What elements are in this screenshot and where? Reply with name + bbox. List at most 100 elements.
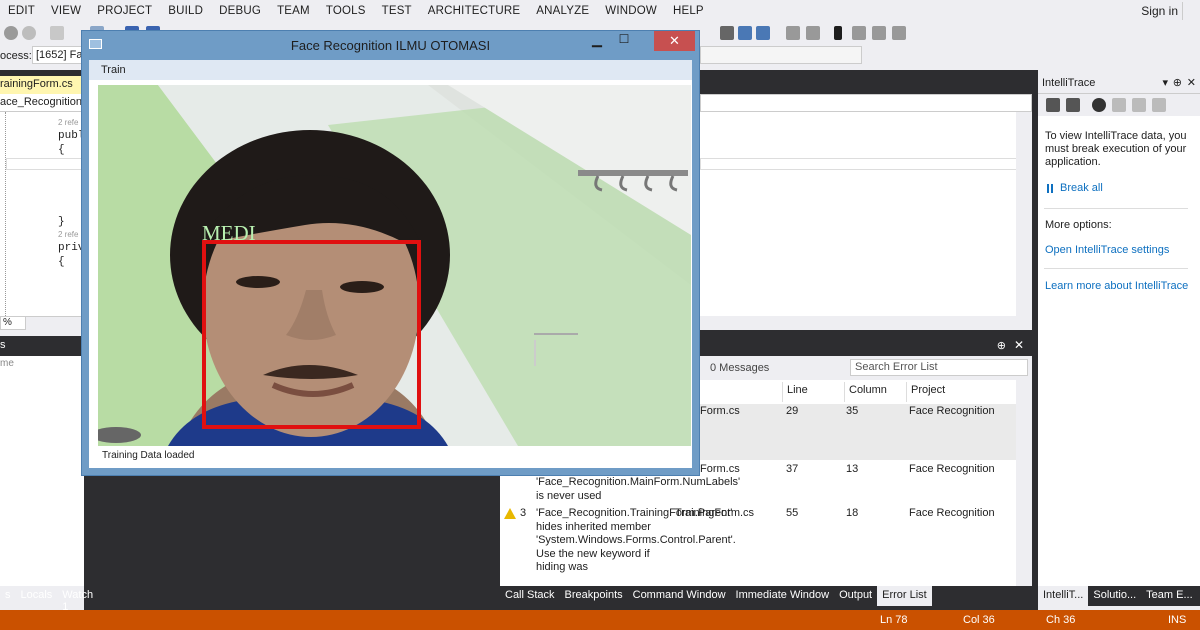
messages-filter-button[interactable]: 0 Messages [710, 362, 769, 374]
menu-test[interactable]: TEST [374, 5, 420, 17]
camera-feed-image: MEDI [98, 85, 691, 446]
tab-watch-1[interactable]: Watch 1 [57, 586, 100, 613]
sign-in-link[interactable]: Sign in [1141, 4, 1178, 18]
error-column: 13 [846, 463, 859, 475]
close-icon[interactable]: ✕ [1014, 338, 1024, 352]
tab-error-list[interactable]: Error List [877, 586, 932, 606]
settings-gear-icon[interactable] [1092, 98, 1106, 112]
type-navigation-dropdown[interactable]: ace_Recognition. [0, 94, 84, 112]
right-dock-tabs: IntelliT... Solutio... Team E... [1038, 586, 1200, 606]
member-navigation-dropdown[interactable] [700, 94, 1032, 112]
column-header-column[interactable]: Column [844, 382, 906, 402]
break-all-link[interactable]: Break all [1060, 182, 1103, 194]
uncomment-icon[interactable] [806, 26, 820, 40]
process-label: ocess: [0, 50, 32, 62]
error-column: 18 [846, 507, 859, 519]
close-icon[interactable]: ✕ [1187, 76, 1196, 89]
menu-architecture[interactable]: ARCHITECTURE [420, 5, 529, 17]
menu-project[interactable]: PROJECT [89, 5, 160, 17]
error-line: 29 [786, 405, 799, 417]
menu-window[interactable]: WINDOW [597, 5, 665, 17]
vertical-scrollbar[interactable] [1016, 380, 1032, 586]
bookmark-clear-icon[interactable] [892, 26, 906, 40]
tab-output[interactable]: Output [834, 586, 877, 606]
error-column: 35 [846, 405, 859, 417]
pin-icon[interactable]: ⊕ [1173, 76, 1182, 89]
reference-count[interactable]: 2 refe [58, 118, 78, 127]
stack-frame-dropdown[interactable] [700, 46, 862, 64]
warning-icon [504, 508, 516, 519]
tool-window-tabs: Call Stack Breakpoints Command Window Im… [500, 586, 932, 606]
tab-team-explorer[interactable]: Team E... [1141, 586, 1197, 606]
toolbar-tool-icon[interactable] [756, 26, 770, 40]
tab-breakpoints[interactable]: Breakpoints [560, 586, 628, 606]
pin-icon[interactable]: ⊕ [997, 339, 1006, 352]
forward-icon[interactable] [22, 26, 36, 40]
code-editor-left[interactable]: 2 refe publ { } 2 refe priv { [0, 112, 84, 328]
bookmark-icon[interactable] [834, 26, 842, 40]
menu-edit[interactable]: EDIT [0, 5, 43, 17]
tab-immediate-window[interactable]: Immediate Window [731, 586, 835, 606]
learn-more-link[interactable]: Learn more about IntelliTrace [1045, 280, 1188, 292]
new-project-icon[interactable] [50, 26, 64, 40]
error-number: 3 [520, 507, 527, 519]
menu-view[interactable]: VIEW [43, 5, 89, 17]
code-line: { [58, 256, 65, 268]
tab-autos[interactable]: s [0, 586, 16, 606]
open-intellitrace-settings-link[interactable]: Open IntelliTrace settings [1045, 244, 1169, 256]
column-header-project[interactable]: Project [906, 382, 1016, 402]
tab-solution-explorer[interactable]: Solutio... [1088, 586, 1141, 606]
document-tab-bar-right [700, 76, 1032, 94]
menu-build[interactable]: BUILD [160, 5, 211, 17]
tab-command-window[interactable]: Command Window [628, 586, 731, 606]
tab-call-stack[interactable]: Call Stack [500, 586, 560, 606]
wall-mark [534, 333, 578, 335]
table-row[interactable]: 3 'Face_Recognition.TrainingForm.Parent'… [500, 506, 1016, 586]
error-project: Face Recognition [909, 463, 995, 475]
current-line-highlight [700, 158, 1018, 170]
menu-tools[interactable]: TOOLS [318, 5, 374, 17]
forward-icon[interactable] [1112, 98, 1126, 112]
toolbar-tool-icon[interactable] [738, 26, 752, 40]
locals-panel-header: s [0, 336, 84, 356]
separator [1182, 2, 1192, 20]
dropdown-icon[interactable]: ▾ [1162, 76, 1168, 89]
toolbar-tool-icon[interactable] [720, 26, 734, 40]
tab-locals[interactable]: Locals [16, 586, 58, 606]
tab-training-form[interactable]: rainingForm.cs [0, 76, 84, 94]
intellitrace-message: To view IntelliTrace data, you must brea… [1045, 130, 1187, 168]
reference-count[interactable]: 2 refe [58, 230, 78, 239]
save-icon[interactable] [1152, 98, 1166, 112]
menu-train[interactable]: Train [101, 64, 126, 76]
pause-icon[interactable] [1047, 184, 1053, 193]
events-view-icon[interactable] [1046, 98, 1060, 112]
vs-menu-bar: EDIT VIEW PROJECT BUILD DEBUG TEAM TOOLS… [0, 0, 1200, 22]
zoom-level-dropdown[interactable]: % [0, 316, 26, 330]
separator [1044, 208, 1188, 209]
error-line: 55 [786, 507, 799, 519]
menu-help[interactable]: HELP [665, 5, 712, 17]
menu-team[interactable]: TEAM [269, 5, 318, 17]
menu-analyze[interactable]: ANALYZE [528, 5, 597, 17]
open-icon[interactable] [1132, 98, 1146, 112]
bookmark-prev-icon[interactable] [852, 26, 866, 40]
error-list-search-input[interactable]: Search Error List [850, 359, 1028, 376]
minimize-button[interactable]: ▁ [584, 32, 610, 50]
horizontal-scrollbar[interactable] [700, 316, 1032, 330]
error-project: Face Recognition [909, 405, 995, 417]
close-button[interactable]: ✕ [654, 31, 695, 51]
calls-view-icon[interactable] [1066, 98, 1080, 112]
vertical-scrollbar[interactable] [1016, 112, 1032, 316]
separator [1044, 268, 1188, 269]
menu-debug[interactable]: DEBUG [211, 5, 269, 17]
column-header-line[interactable]: Line [782, 382, 844, 402]
back-icon[interactable] [4, 26, 18, 40]
comment-icon[interactable] [786, 26, 800, 40]
process-dropdown[interactable]: [1652] Face_Recognition.vshost.exe [32, 46, 84, 64]
bookmark-next-icon[interactable] [872, 26, 886, 40]
code-editor-right[interactable] [700, 112, 1018, 316]
maximize-button[interactable]: ☐ [611, 32, 637, 50]
current-line-highlight [6, 158, 84, 170]
detected-name-label: MEDI [202, 221, 256, 245]
tab-intellitrace[interactable]: IntelliT... [1038, 586, 1089, 606]
